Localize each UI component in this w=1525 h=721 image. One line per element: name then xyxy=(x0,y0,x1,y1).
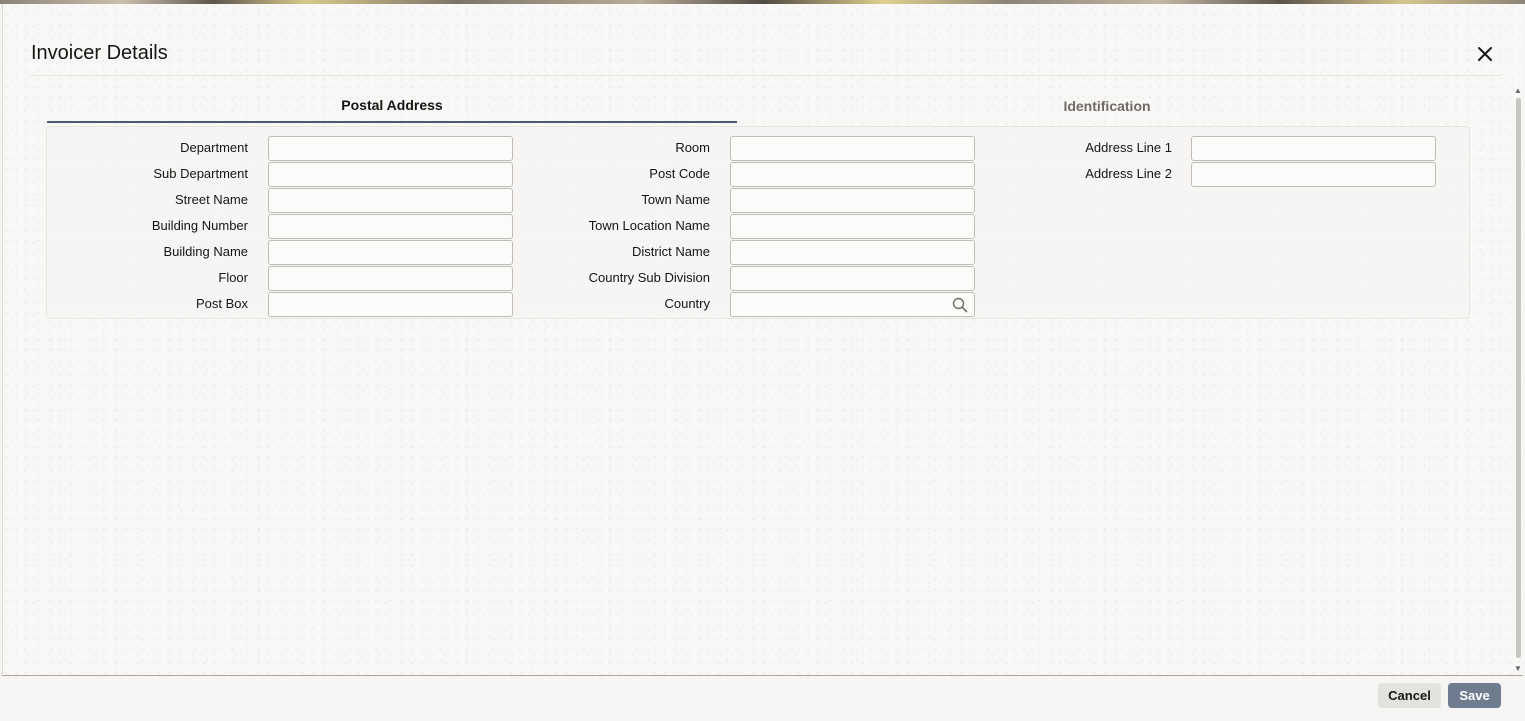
street-name-label: Street Name xyxy=(175,192,248,207)
address-line-1-label: Address Line 1 xyxy=(1085,140,1172,155)
tab-identification[interactable]: Identification xyxy=(737,88,1477,123)
building-name-field[interactable] xyxy=(268,240,513,265)
header-divider xyxy=(31,75,1501,76)
town-name-field[interactable] xyxy=(730,188,975,213)
post-box-label: Post Box xyxy=(195,296,248,311)
town-location-name-field[interactable] xyxy=(730,214,975,239)
tab-bar: Postal Address Identification xyxy=(47,88,1471,123)
town-location-name-label: Town Location Name xyxy=(588,218,710,233)
sub-department-field[interactable] xyxy=(268,162,513,187)
floor-field[interactable] xyxy=(268,266,513,291)
country-field[interactable] xyxy=(730,292,975,317)
country-label: Country xyxy=(664,296,710,311)
building-name-label: Building Name xyxy=(163,244,248,259)
address-line-1-field[interactable] xyxy=(1191,136,1436,161)
tab-postal-address[interactable]: Postal Address xyxy=(47,88,737,123)
post-code-field[interactable] xyxy=(730,162,975,187)
close-button[interactable] xyxy=(1473,42,1497,66)
address-line-2-label: Address Line 2 xyxy=(1085,166,1172,181)
scroll-down-arrow-icon[interactable]: ▼ xyxy=(1514,664,1522,673)
sub-department-label: Sub Department xyxy=(153,166,248,181)
search-icon[interactable] xyxy=(952,297,968,313)
cancel-button[interactable]: Cancel xyxy=(1378,683,1441,708)
country-sub-division-field[interactable] xyxy=(730,266,975,291)
room-field[interactable] xyxy=(730,136,975,161)
save-button[interactable]: Save xyxy=(1448,683,1501,708)
scroll-up-arrow-icon[interactable]: ▲ xyxy=(1514,86,1522,95)
building-number-label: Building Number xyxy=(151,218,248,233)
close-icon xyxy=(1478,47,1492,61)
department-label: Department xyxy=(180,140,248,155)
post-box-field[interactable] xyxy=(268,292,513,317)
district-name-label: District Name xyxy=(631,244,710,259)
department-field[interactable] xyxy=(268,136,513,161)
invoicer-details-dialog: Invoicer Details Postal Address Identifi… xyxy=(2,4,1523,721)
street-name-field[interactable] xyxy=(268,188,513,213)
vertical-scrollbar[interactable]: ▲ ▼ xyxy=(1513,86,1523,676)
footer-divider xyxy=(2,675,1523,676)
room-label: Room xyxy=(675,140,710,155)
address-line-2-field[interactable] xyxy=(1191,162,1436,187)
dialog-title: Invoicer Details xyxy=(31,42,168,64)
country-sub-division-label: Country Sub Division xyxy=(588,270,710,285)
district-name-field[interactable] xyxy=(730,240,975,265)
dialog-footer xyxy=(2,676,1523,721)
floor-label: Floor xyxy=(218,270,248,285)
building-number-field[interactable] xyxy=(268,214,513,239)
town-name-label: Town Name xyxy=(641,192,710,207)
scrollbar-thumb[interactable] xyxy=(1516,98,1521,658)
post-code-label: Post Code xyxy=(649,166,710,181)
